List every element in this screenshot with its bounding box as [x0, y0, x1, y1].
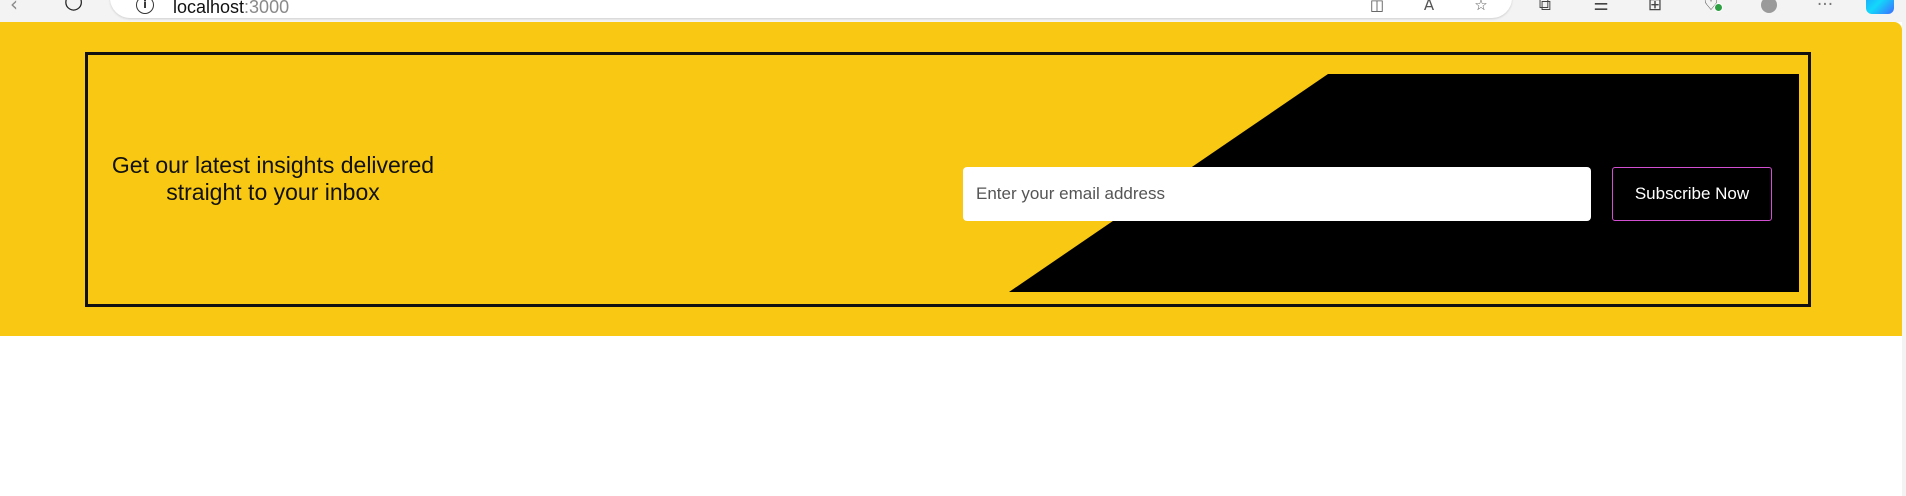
split-window-icon[interactable]: ⧉	[1534, 0, 1556, 16]
back-arrow-icon[interactable]: ‹	[10, 0, 18, 16]
newsletter-headline: Get our latest insights delivered straig…	[111, 152, 435, 205]
more-icon[interactable]: ···	[1814, 0, 1836, 16]
favorites-list-icon[interactable]: ☰	[1590, 0, 1612, 16]
email-input[interactable]	[963, 167, 1591, 221]
page-body	[0, 336, 1906, 496]
star-icon[interactable]: ☆	[1472, 0, 1490, 14]
status-badge	[1714, 3, 1723, 12]
url-text[interactable]: localhost:3000	[173, 0, 289, 18]
url-port: :3000	[244, 0, 290, 17]
collections-icon[interactable]: ⊞	[1644, 0, 1666, 16]
address-bar[interactable]: i localhost:3000 ◫ A ☆	[110, 0, 1512, 18]
heart-shield-icon[interactable]: ♡	[1700, 0, 1723, 16]
newsletter-banner: Get our latest insights delivered straig…	[0, 22, 1902, 336]
info-icon[interactable]: i	[136, 0, 154, 14]
browser-toolbar: ‹ ○ i localhost:3000 ◫ A ☆ ⧉ ☰ ⊞ ♡ ···	[0, 0, 1906, 22]
split-screen-icon[interactable]: ◫	[1368, 0, 1386, 14]
subscribe-button[interactable]: Subscribe Now	[1612, 167, 1772, 221]
window-edge	[1902, 22, 1906, 496]
url-host: localhost	[173, 0, 245, 17]
refresh-icon[interactable]: ○	[64, 0, 83, 14]
copilot-icon[interactable]	[1866, 0, 1894, 14]
read-aloud-icon[interactable]: A	[1420, 0, 1438, 14]
newsletter-box: Get our latest insights delivered straig…	[85, 52, 1811, 307]
profile-icon[interactable]	[1758, 0, 1780, 16]
